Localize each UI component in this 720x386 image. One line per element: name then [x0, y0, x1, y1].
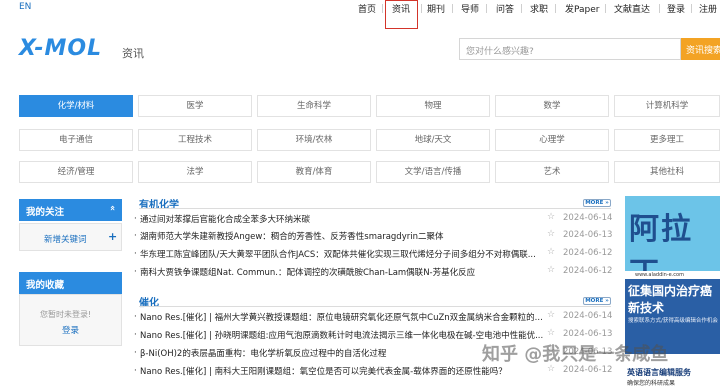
search-button[interactable]: 资讯搜索 [681, 38, 720, 60]
top-nav: EN 首页 资讯 期刊 导师 问答 求职 发Paper 文献直达 登录 注册 [0, 0, 720, 18]
nav-separator [691, 4, 692, 13]
category-psychology[interactable]: 心理学 [495, 129, 609, 151]
more-button[interactable]: MORE » [583, 199, 611, 207]
nav-jobs[interactable]: 求职 [530, 2, 548, 15]
news-item[interactable]: · Nano Res.[催化] | 南科大王阳刚课题组：氧空位是否可以完美代表金… [134, 364, 613, 379]
news-item[interactable]: · 湖南师范大学朱建新教授Angew：稠合的芳香性、反芳香性smaragdyri… [134, 229, 613, 244]
news-item[interactable]: · 南科大贾铁争课题组Nat. Commun.：配体调控的次磺酰胺Chan-La… [134, 265, 613, 280]
nav-publish-paper[interactable]: 发Paper [565, 2, 600, 15]
news-date: 2024-06-12 [563, 248, 613, 258]
ad-headline-2: 新技术 [628, 301, 665, 315]
ad-url: www.aladdin-e.com [625, 271, 720, 279]
nav-login[interactable]: 登录 [667, 2, 685, 15]
news-date: 2024-06-13 [563, 230, 613, 240]
news-date: 2024-06-12 [563, 266, 613, 276]
collect-header: 我的收藏 [19, 272, 122, 294]
category-literature[interactable]: 文学/语言/传播 [376, 161, 490, 183]
news-date: 2024-06-13 [563, 329, 613, 339]
star-icon[interactable]: ☆ [547, 229, 555, 239]
collect-panel: 您暂时未登录! 登录 [19, 294, 122, 346]
collapse-icon[interactable]: « [107, 205, 117, 211]
news-date: 2024-06-14 [563, 213, 613, 223]
highlight-box [385, 0, 418, 29]
ad-subtext: 搜索联系方式/获得高级编辑合作机会 [628, 318, 718, 324]
category-law[interactable]: 法学 [138, 161, 252, 183]
follow-panel: 新增关键词 + [19, 223, 122, 251]
category-environment[interactable]: 环境/农林 [257, 129, 371, 151]
collect-title: 我的收藏 [26, 280, 65, 291]
zhihu-watermark: 知乎 @我只是一条咸鱼 [482, 344, 669, 365]
category-more-science[interactable]: 更多理工 [614, 129, 720, 151]
star-icon[interactable]: ☆ [547, 310, 555, 320]
category-physics[interactable]: 物理 [376, 95, 490, 117]
ad-aladdin[interactable]: 阿拉丁 [625, 196, 720, 291]
nav-separator [452, 4, 453, 13]
news-title[interactable]: 湖南师范大学朱建新教授Angew：稠合的芳香性、反芳香性smaragdyrin二… [140, 230, 545, 242]
nav-separator [605, 4, 606, 13]
news-item[interactable]: · 通过间对苯撑后官能化合成全苯多大环纳米碳 ☆ 2024-06-14 [134, 212, 613, 227]
news-title[interactable]: 华东理工陈宜峰团队/天大黄翠平团队合作JACS：双配体共催化实现三取代烯烃分子间… [140, 248, 545, 260]
follow-header[interactable]: 我的关注 « [19, 199, 122, 221]
nav-literature[interactable]: 文献直达 [614, 2, 650, 15]
nav-separator [382, 4, 383, 13]
category-earth-astronomy[interactable]: 地球/天文 [376, 129, 490, 151]
add-keyword-link[interactable]: 新增关键词 [44, 233, 87, 245]
nav-separator [486, 4, 487, 13]
language-switch[interactable]: EN [19, 2, 31, 12]
nav-mentors[interactable]: 导师 [461, 2, 479, 15]
category-education[interactable]: 教育/体育 [257, 161, 371, 183]
section-divider [139, 208, 611, 209]
category-computer-science[interactable]: 计算机科学 [614, 95, 720, 117]
login-link[interactable]: 登录 [62, 324, 79, 336]
star-icon[interactable]: ☆ [547, 212, 555, 222]
search-input[interactable]: 您对什么感兴趣? [459, 38, 681, 60]
category-math[interactable]: 数学 [495, 95, 609, 117]
section-divider [139, 306, 611, 307]
category-art[interactable]: 艺术 [495, 161, 609, 183]
news-item[interactable]: · 华东理工陈宜峰团队/天大黄翠平团队合作JACS：双配体共催化实现三取代烯烃分… [134, 247, 613, 262]
category-other-social[interactable]: 其他社科 [614, 161, 720, 183]
more-button[interactable]: MORE » [583, 297, 611, 305]
nav-separator [521, 4, 522, 13]
news-date: 2024-06-12 [563, 365, 613, 375]
follow-title: 我的关注 [26, 207, 65, 218]
nav-separator [659, 4, 660, 13]
nav-separator [555, 4, 556, 13]
star-icon[interactable]: ☆ [547, 247, 555, 257]
category-engineering[interactable]: 工程技术 [138, 129, 252, 151]
plus-icon[interactable]: + [108, 230, 117, 243]
category-economics[interactable]: 经济/管理 [19, 161, 133, 183]
category-life-science[interactable]: 生命科学 [257, 95, 371, 117]
nav-journals[interactable]: 期刊 [427, 2, 445, 15]
category-electronics[interactable]: 电子通信 [19, 129, 133, 151]
nav-register[interactable]: 注册 [699, 2, 717, 15]
not-logged-in-text: 您暂时未登录! [40, 310, 92, 319]
section-label: 资讯 [122, 47, 144, 60]
ad-editing-title: 英语语言编辑服务 [627, 368, 691, 377]
nav-qa[interactable]: 问答 [496, 2, 514, 15]
ad-editing-subtitle: 确保您的科研成果 [627, 380, 676, 386]
star-icon[interactable]: ☆ [547, 328, 555, 338]
news-date: 2024-06-14 [563, 311, 613, 321]
news-title[interactable]: Nano Res.[催化] | 南科大王阳刚课题组：氧空位是否可以完美代表金属-… [140, 365, 545, 377]
nav-separator [421, 4, 422, 13]
ad-headline: 征集国内治疗癌 [628, 284, 713, 298]
category-chemistry-materials[interactable]: 化学/材料 [19, 95, 133, 117]
category-medicine[interactable]: 医学 [138, 95, 252, 117]
star-icon[interactable]: ☆ [547, 265, 555, 275]
news-title[interactable]: 南科大贾铁争课题组Nat. Commun.：配体调控的次磺酰胺Chan-Lam偶… [140, 266, 545, 278]
news-title[interactable]: 通过间对苯撑后官能化合成全苯多大环纳米碳 [140, 213, 545, 225]
news-title[interactable]: Nano Res.[催化] | 福州大学黄兴教授课题组：原位电镜研究氧化还原气氛… [140, 311, 545, 323]
site-logo[interactable]: X-MOL [19, 36, 102, 61]
nav-home[interactable]: 首页 [358, 2, 376, 15]
news-item[interactable]: · Nano Res.[催化] | 福州大学黄兴教授课题组：原位电镜研究氧化还原… [134, 310, 613, 325]
